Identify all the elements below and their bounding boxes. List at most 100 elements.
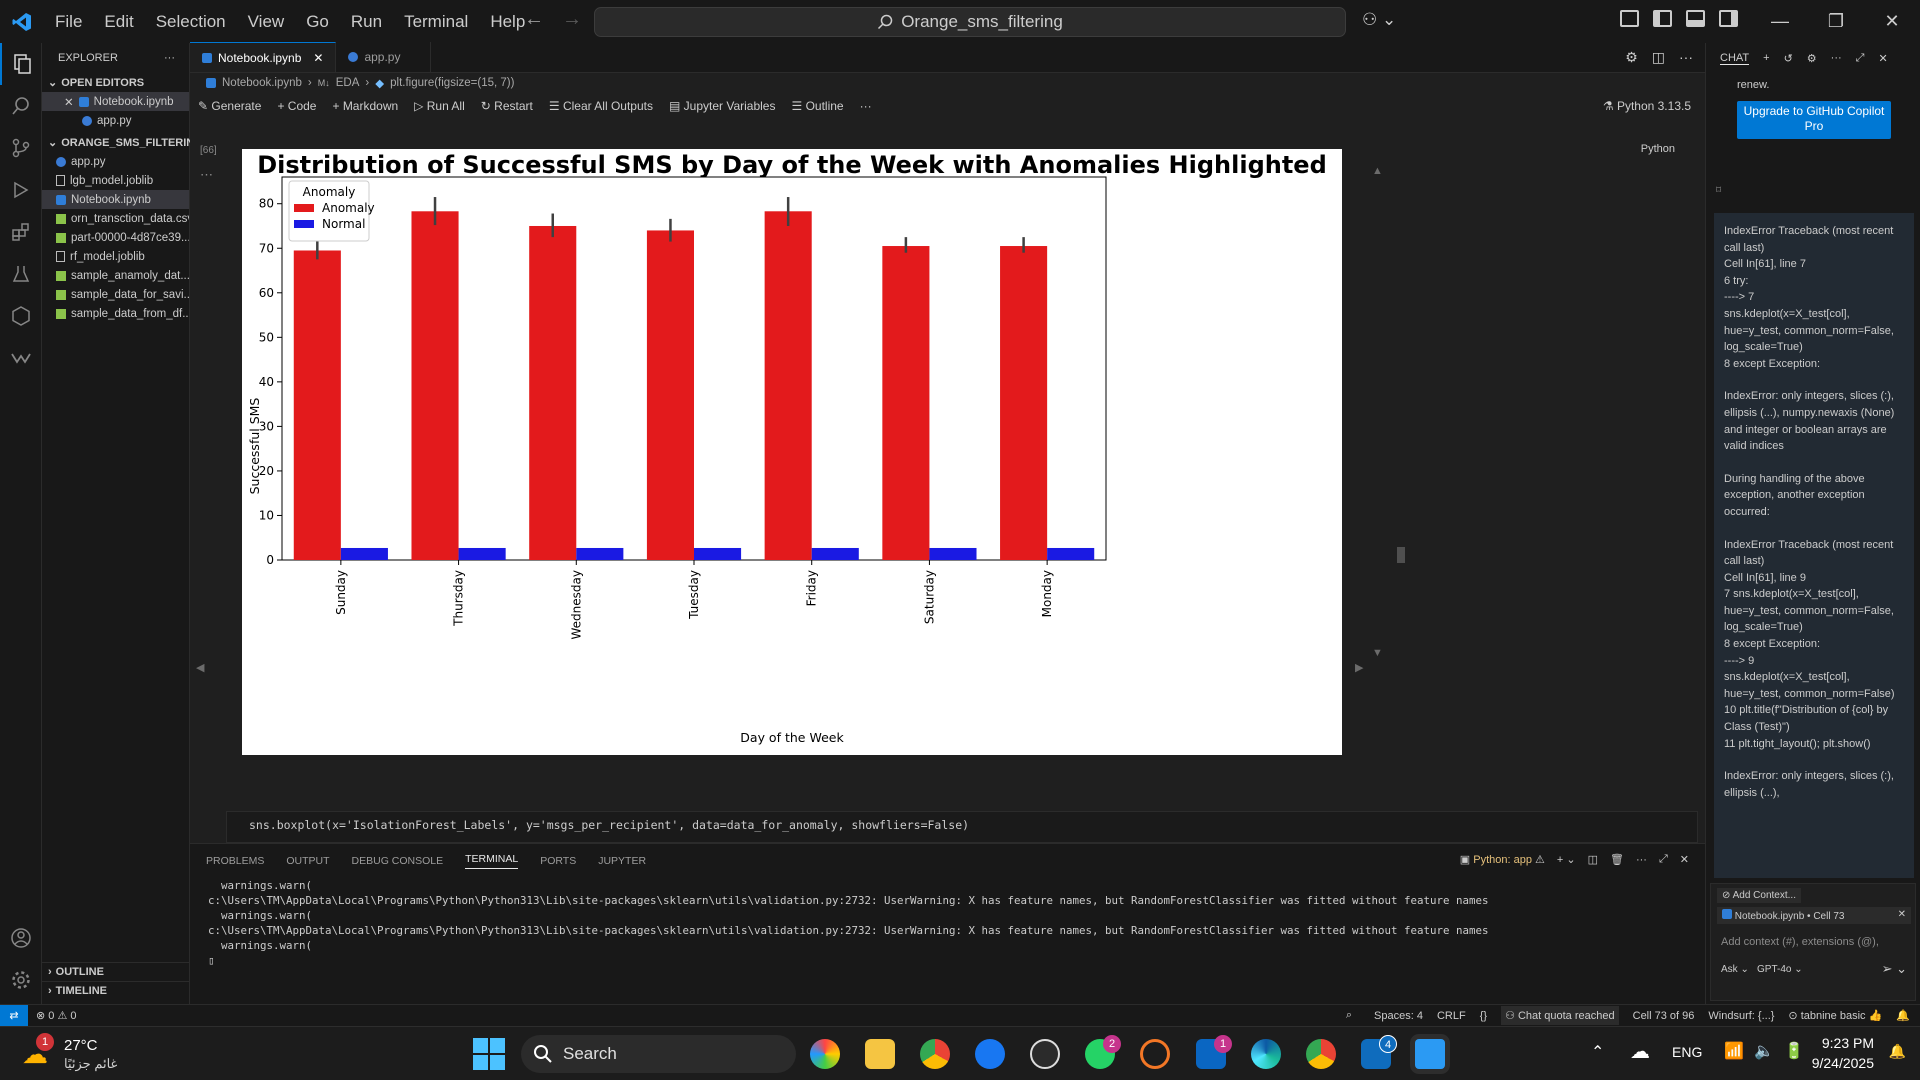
menu-run[interactable]: Run [340, 0, 393, 43]
toggle-secondary-sidebar-icon[interactable] [1719, 10, 1738, 27]
eol-status[interactable]: CRLF [1437, 1010, 1466, 1022]
menu-edit[interactable]: Edit [93, 0, 144, 43]
battery-icon[interactable]: 🔋 [1784, 1041, 1804, 1061]
mode-picker[interactable]: Ask ⌄ [1721, 964, 1749, 975]
add-markdown-button[interactable]: + Markdown [332, 99, 398, 113]
file-explorer-icon[interactable] [865, 1039, 895, 1069]
remote-explorer-icon[interactable] [0, 295, 42, 337]
output-scroll-left-icon[interactable]: ◀ [196, 661, 204, 674]
extensions-icon[interactable] [0, 211, 42, 253]
notification-center-icon[interactable]: 🔔 [1889, 1043, 1906, 1060]
chat-input-box[interactable]: ⊘ Add Context... Notebook.ipynb • Cell 7… [1710, 883, 1916, 1001]
explorer-icon[interactable] [0, 43, 42, 85]
file-item[interactable]: sample_data_from_df... [42, 304, 189, 323]
close-icon[interactable]: ✕ [64, 95, 74, 109]
notifications-bell-icon[interactable]: 🔔 [1896, 1009, 1910, 1022]
restore-icon[interactable]: ❐ [1808, 0, 1864, 43]
kill-terminal-icon[interactable]: 🗑 [1610, 853, 1624, 866]
remove-context-icon[interactable]: ✕ [1898, 909, 1906, 920]
weather-widget[interactable]: ☁ 1 27°C غائم جزئيًا [22, 1033, 142, 1073]
send-icon[interactable]: ➢ ⌄ [1882, 961, 1907, 977]
file-item[interactable]: sample_data_for_savi... [42, 285, 189, 304]
jupyter-icon[interactable] [1140, 1039, 1170, 1069]
edge-icon[interactable] [1251, 1039, 1281, 1069]
start-button[interactable] [473, 1038, 505, 1070]
testing-icon[interactable] [0, 253, 42, 295]
app-icon-copilot[interactable] [810, 1039, 840, 1069]
copilot-quota-status[interactable]: ⚇ Chat quota reached [1501, 1006, 1619, 1025]
close-window-icon[interactable]: ✕ [1864, 0, 1920, 43]
problems-count[interactable]: ⊗ 0 ⚠ 0 [36, 1009, 76, 1022]
output-scroll-right-icon[interactable]: ▶ [1355, 661, 1363, 674]
show-hidden-icons[interactable]: ⌃ [1591, 1042, 1604, 1062]
windsurf-status[interactable]: Windsurf: {...} [1708, 1010, 1774, 1022]
more-actions-icon[interactable]: ··· [1679, 49, 1693, 65]
whatsapp-icon[interactable]: 2 [1085, 1035, 1121, 1069]
new-chat-icon[interactable]: + [1763, 52, 1769, 64]
toggle-panel-icon[interactable] [1686, 10, 1705, 27]
breadcrumb-section[interactable]: EDA [336, 77, 360, 89]
volume-icon[interactable]: 🔈 [1754, 1041, 1774, 1061]
chrome-icon[interactable] [920, 1039, 950, 1069]
terminal-output[interactable]: warnings.warn(c:\Users\TM\AppData\Local\… [190, 878, 1705, 968]
tab-problems[interactable]: PROBLEMS [206, 855, 264, 867]
next-code-cell[interactable]: sns.boxplot(x='IsolationForest_Labels', … [226, 811, 1698, 843]
menu-go[interactable]: Go [295, 0, 340, 43]
upgrade-copilot-button[interactable]: Upgrade to GitHub Copilot Pro [1737, 101, 1891, 139]
breadcrumb-cell[interactable]: plt.figure(figsize=(15, 7)) [390, 77, 514, 89]
file-item[interactable]: lgb_model.joblib [42, 171, 189, 190]
copilot-icon[interactable]: ⚇ ⌄ [1362, 10, 1396, 30]
input-language[interactable]: ENG [1672, 1044, 1702, 1060]
wifi-icon[interactable]: 📶 [1724, 1041, 1744, 1061]
context-chip[interactable]: Notebook.ipynb • Cell 73 ✕ [1717, 907, 1911, 924]
forward-arrow-icon[interactable]: → [562, 8, 582, 31]
breadcrumb-file[interactable]: Notebook.ipynb [222, 77, 302, 89]
close-tab-icon[interactable]: ✕ [313, 51, 323, 65]
clock-time[interactable]: 9:23 PM [1822, 1035, 1874, 1051]
menu-file[interactable]: File [44, 0, 93, 43]
onedrive-icon[interactable]: ☁ [1630, 1039, 1650, 1064]
close-panel-icon[interactable]: ✕ [1680, 853, 1689, 866]
menu-terminal[interactable]: Terminal [393, 0, 479, 43]
open-editors-section[interactable]: ⌄ OPEN EDITORS [42, 73, 189, 92]
file-item[interactable]: part-00000-4d87ce39... [42, 228, 189, 247]
new-terminal-icon[interactable]: + ⌄ [1557, 853, 1576, 866]
jupyter-variables-button[interactable]: ▤ Jupyter Variables [669, 99, 776, 113]
maximize-panel-icon[interactable]: ⤢ [1659, 853, 1668, 866]
add-code-button[interactable]: + Code [277, 99, 316, 113]
command-center-search[interactable]: Orange_sms_filtering [594, 7, 1346, 37]
settings-gear-icon[interactable]: ⚙ [1625, 49, 1638, 66]
output-scroll-up-icon[interactable]: ▲ [1372, 165, 1383, 177]
bookmark-icon[interactable]: ⌑ [1716, 185, 1721, 196]
file-item[interactable]: rf_model.joblib [42, 247, 189, 266]
file-item[interactable]: Notebook.ipynb [42, 190, 189, 209]
windsurf-icon[interactable] [0, 337, 42, 379]
tab-notebook[interactable]: Notebook.ipynb ✕ [190, 42, 337, 72]
clock-date[interactable]: 9/24/2025 [1812, 1055, 1874, 1071]
source-control-icon[interactable] [0, 127, 42, 169]
close-chat-icon[interactable]: ✕ [1878, 52, 1887, 65]
project-folder-section[interactable]: ⌄ ORANGE_SMS_FILTERING [42, 133, 203, 152]
tab-debug-console[interactable]: DEBUG CONSOLE [352, 855, 444, 867]
chat-textbox[interactable]: Add context (#), extensions (@), [1721, 936, 1879, 948]
toggle-sidebar-icon[interactable] [1653, 10, 1672, 27]
output-scroll-down-icon[interactable]: ▼ [1372, 647, 1383, 659]
indentation-status[interactable]: Spaces: 4 [1374, 1010, 1423, 1022]
accounts-icon[interactable] [0, 917, 42, 959]
chatgpt-icon[interactable] [1030, 1039, 1060, 1069]
add-context-button[interactable]: ⊘ Add Context... [1717, 888, 1801, 903]
restart-button[interactable]: ↻ Restart [481, 99, 533, 113]
terminal-shell[interactable]: ▣ Python: app ⚠ [1460, 853, 1545, 866]
manage-gear-icon[interactable] [0, 959, 42, 1001]
remote-indicator-icon[interactable]: ⇄ [0, 1004, 28, 1027]
open-editor-item[interactable]: app.py [42, 111, 189, 130]
timeline-section[interactable]: › TIMELINE [42, 981, 189, 1000]
file-item[interactable]: orn_transction_data.csv [42, 209, 189, 228]
cell-output-menu[interactable]: ⋯ [200, 167, 213, 183]
vscode-taskbar-icon[interactable] [1415, 1039, 1445, 1069]
customize-layout-icon[interactable] [1620, 10, 1639, 27]
split-editor-icon[interactable]: ◫ [1652, 49, 1665, 66]
outline-button[interactable]: ☰ Outline [791, 99, 843, 113]
editor-scrollbar[interactable] [1397, 547, 1405, 563]
settings-icon[interactable]: ⚙ [1807, 52, 1817, 65]
